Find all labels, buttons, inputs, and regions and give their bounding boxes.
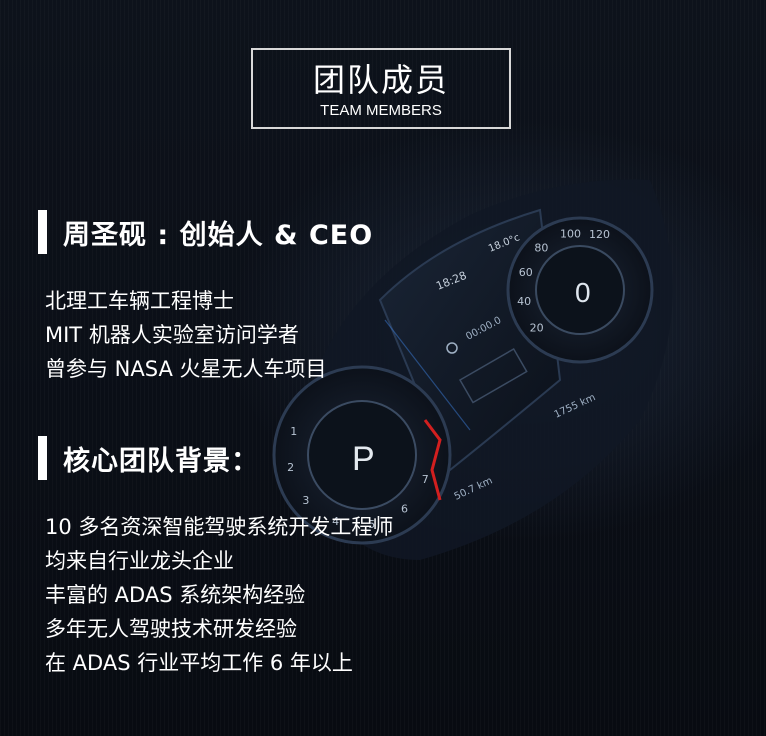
gear-indicator: P: [352, 440, 375, 478]
founder-lines: 北理工车辆工程博士 MIT 机器人实验室访问学者 曾参与 NASA 火星无人车项…: [45, 284, 327, 386]
list-item: 10 多名资深智能驾驶系统开发工程师: [45, 515, 394, 539]
team-heading: 核心团队背景：: [38, 436, 259, 480]
team-lines: 10 多名资深智能驾驶系统开发工程师 均来自行业龙头企业 丰富的 ADAS 系统…: [45, 510, 393, 680]
heading-bar: [38, 210, 47, 254]
page-title: 团队成员: [312, 61, 449, 99]
list-item: 曾参与 NASA 火星无人车项目: [45, 357, 327, 381]
dial-tick-label: 120: [589, 228, 610, 241]
dial-tick-label: 2: [287, 461, 294, 474]
dial-tick-label: 80: [534, 242, 548, 255]
dial-tick-label: 7: [422, 473, 429, 486]
list-item: 丰富的 ADAS 系统架构经验: [45, 583, 306, 607]
list-item: MIT 机器人实验室访问学者: [45, 323, 299, 347]
dial-tick-label: 6: [401, 503, 408, 516]
dial-tick-label: 20: [530, 321, 544, 334]
dial-tick-label: 3: [302, 494, 309, 507]
team-heading-text: 核心团队背景：: [63, 445, 259, 477]
founder-heading: 周圣砚 : 创始人 & CEO: [38, 210, 373, 254]
list-item: 北理工车辆工程博士: [45, 289, 234, 313]
founder-heading-text: 周圣砚 : 创始人 & CEO: [63, 219, 374, 251]
dial-tick-label: 40: [517, 295, 531, 308]
heading-bar: [38, 436, 47, 480]
section-title-box: 团队成员 TEAM MEMBERS: [251, 48, 511, 129]
speed-value: 0: [575, 277, 591, 308]
list-item: 在 ADAS 行业平均工作 6 年以上: [45, 651, 353, 675]
dial-tick-label: 1: [290, 425, 297, 438]
list-item: 多年无人驾驶技术研发经验: [45, 617, 297, 641]
list-item: 均来自行业龙头企业: [45, 549, 234, 573]
dial-tick-label: 100: [560, 228, 581, 241]
dial-tick-label: 60: [519, 266, 533, 279]
page-subtitle: TEAM MEMBERS: [320, 102, 442, 119]
